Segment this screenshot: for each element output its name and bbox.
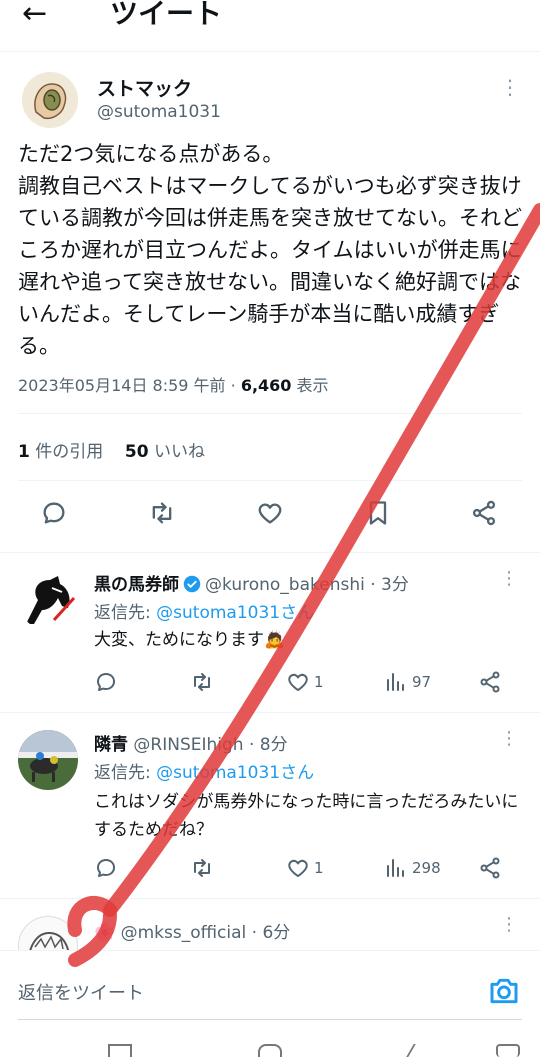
reply-input[interactable]: 返信をツイート	[18, 979, 144, 1005]
author-handle[interactable]: @sutoma1031	[97, 102, 221, 122]
reply-time: 3分	[381, 575, 409, 595]
quotes-stat[interactable]: 1 件の引用	[18, 442, 103, 462]
divider	[0, 712, 540, 713]
reply-time: 8分	[259, 735, 288, 755]
like-count: 1	[314, 673, 324, 691]
author-name[interactable]: ストマック	[97, 74, 192, 101]
tweet-meta: 2023年05月14日 8:59 午前 · 6,460 表示	[18, 376, 329, 395]
reply-author-handle[interactable]: @mkss_official	[121, 923, 247, 943]
verified-badge-icon	[183, 575, 201, 593]
like-count: 1	[314, 859, 324, 877]
back-arrow-icon[interactable]: ←	[22, 0, 47, 34]
reply-author-name[interactable]: 🌸	[94, 923, 115, 943]
input-underline	[18, 1019, 522, 1020]
likes-stat[interactable]: 50 いいね	[125, 442, 205, 462]
reply-time: 6分	[262, 923, 291, 943]
recent-apps-icon[interactable]	[108, 1044, 132, 1057]
divider	[0, 898, 540, 899]
home-icon[interactable]	[258, 1044, 282, 1057]
views-count: 298	[412, 859, 441, 877]
divider	[18, 413, 522, 414]
reply-actions: 1 298	[94, 856, 514, 884]
share-icon[interactable]	[478, 856, 506, 880]
reply-author-handle[interactable]: @RINSEIhigh	[133, 735, 243, 755]
like-heart-icon[interactable]	[254, 497, 286, 529]
divider	[0, 552, 540, 553]
like-heart-icon	[288, 673, 308, 691]
reply-text: 大変、ためになります🙇	[94, 630, 286, 650]
like-button[interactable]: 1	[286, 856, 324, 880]
camera-icon[interactable]	[488, 975, 520, 1007]
tweet-stats: 1 件の引用 50 いいね	[18, 437, 205, 462]
bookmark-icon[interactable]	[362, 497, 394, 529]
reply-icon[interactable]	[94, 856, 122, 880]
more-options-icon[interactable]: ⋮	[500, 914, 518, 935]
divider	[18, 480, 522, 481]
tweet-actions	[0, 497, 540, 537]
reply-avatar[interactable]	[18, 570, 78, 630]
views-button[interactable]: 298	[384, 856, 441, 880]
views-chart-icon	[387, 859, 404, 877]
reply-header: 隣青 @RINSEIhigh · 8分	[94, 735, 288, 755]
tweet-timestamp[interactable]: 2023年05月14日 8:59 午前	[18, 376, 226, 395]
reply-header: 🌸 @mkss_official · 6分	[94, 923, 291, 943]
reply-composer: 返信をツイート	[0, 950, 540, 1020]
more-options-icon[interactable]: ⋮	[500, 77, 520, 97]
retweet-icon[interactable]	[190, 856, 218, 880]
reply-icon[interactable]	[94, 670, 122, 694]
share-icon[interactable]	[468, 497, 500, 529]
top-bar: ← ツイート	[0, 0, 540, 52]
retweet-icon[interactable]	[146, 497, 178, 529]
accessibility-icon[interactable]	[496, 1044, 520, 1057]
reply-text: これはソダシが馬券外になった時に言っただろみたいにするためだね？	[94, 792, 519, 840]
share-icon[interactable]	[478, 670, 506, 694]
reply-actions: 1 97	[94, 670, 514, 698]
views-chart-icon	[387, 673, 404, 691]
views-count: 97	[412, 673, 432, 691]
back-nav-icon[interactable]	[406, 1044, 438, 1057]
author-avatar[interactable]	[22, 72, 78, 128]
reply-to: 返信先: @sutoma1031さん	[94, 763, 315, 783]
reply-to-handle[interactable]: @sutoma1031さん	[156, 603, 314, 623]
tweet-text: ただ2つ気になる点がある。 調教自己ベストはマークしてるがいつも必ず突き抜けてい…	[18, 142, 522, 358]
reply-author-handle[interactable]: @kurono_bakenshi	[205, 575, 365, 595]
views-count: 6,460	[240, 376, 292, 395]
reply-avatar[interactable]	[18, 730, 78, 790]
system-navigation-bar	[0, 1040, 540, 1057]
reply-to-handle[interactable]: @sutoma1031さん	[156, 763, 314, 783]
reply-author-name[interactable]: 隣青	[94, 735, 128, 755]
retweet-icon[interactable]	[190, 670, 218, 694]
views-button[interactable]: 97	[384, 670, 431, 694]
like-button[interactable]: 1	[286, 670, 324, 694]
views-label: 表示	[296, 376, 329, 395]
reply-author-name[interactable]: 黒の馬券師	[94, 575, 179, 595]
page-title: ツイート	[110, 0, 223, 30]
reply-to: 返信先: @sutoma1031さん	[94, 603, 315, 623]
reply-header: 黒の馬券師 @kurono_bakenshi · 3分	[94, 575, 409, 595]
more-options-icon[interactable]: ⋮	[500, 728, 518, 749]
reply-icon[interactable]	[38, 497, 70, 529]
like-heart-icon	[288, 859, 308, 877]
more-options-icon[interactable]: ⋮	[500, 568, 518, 589]
